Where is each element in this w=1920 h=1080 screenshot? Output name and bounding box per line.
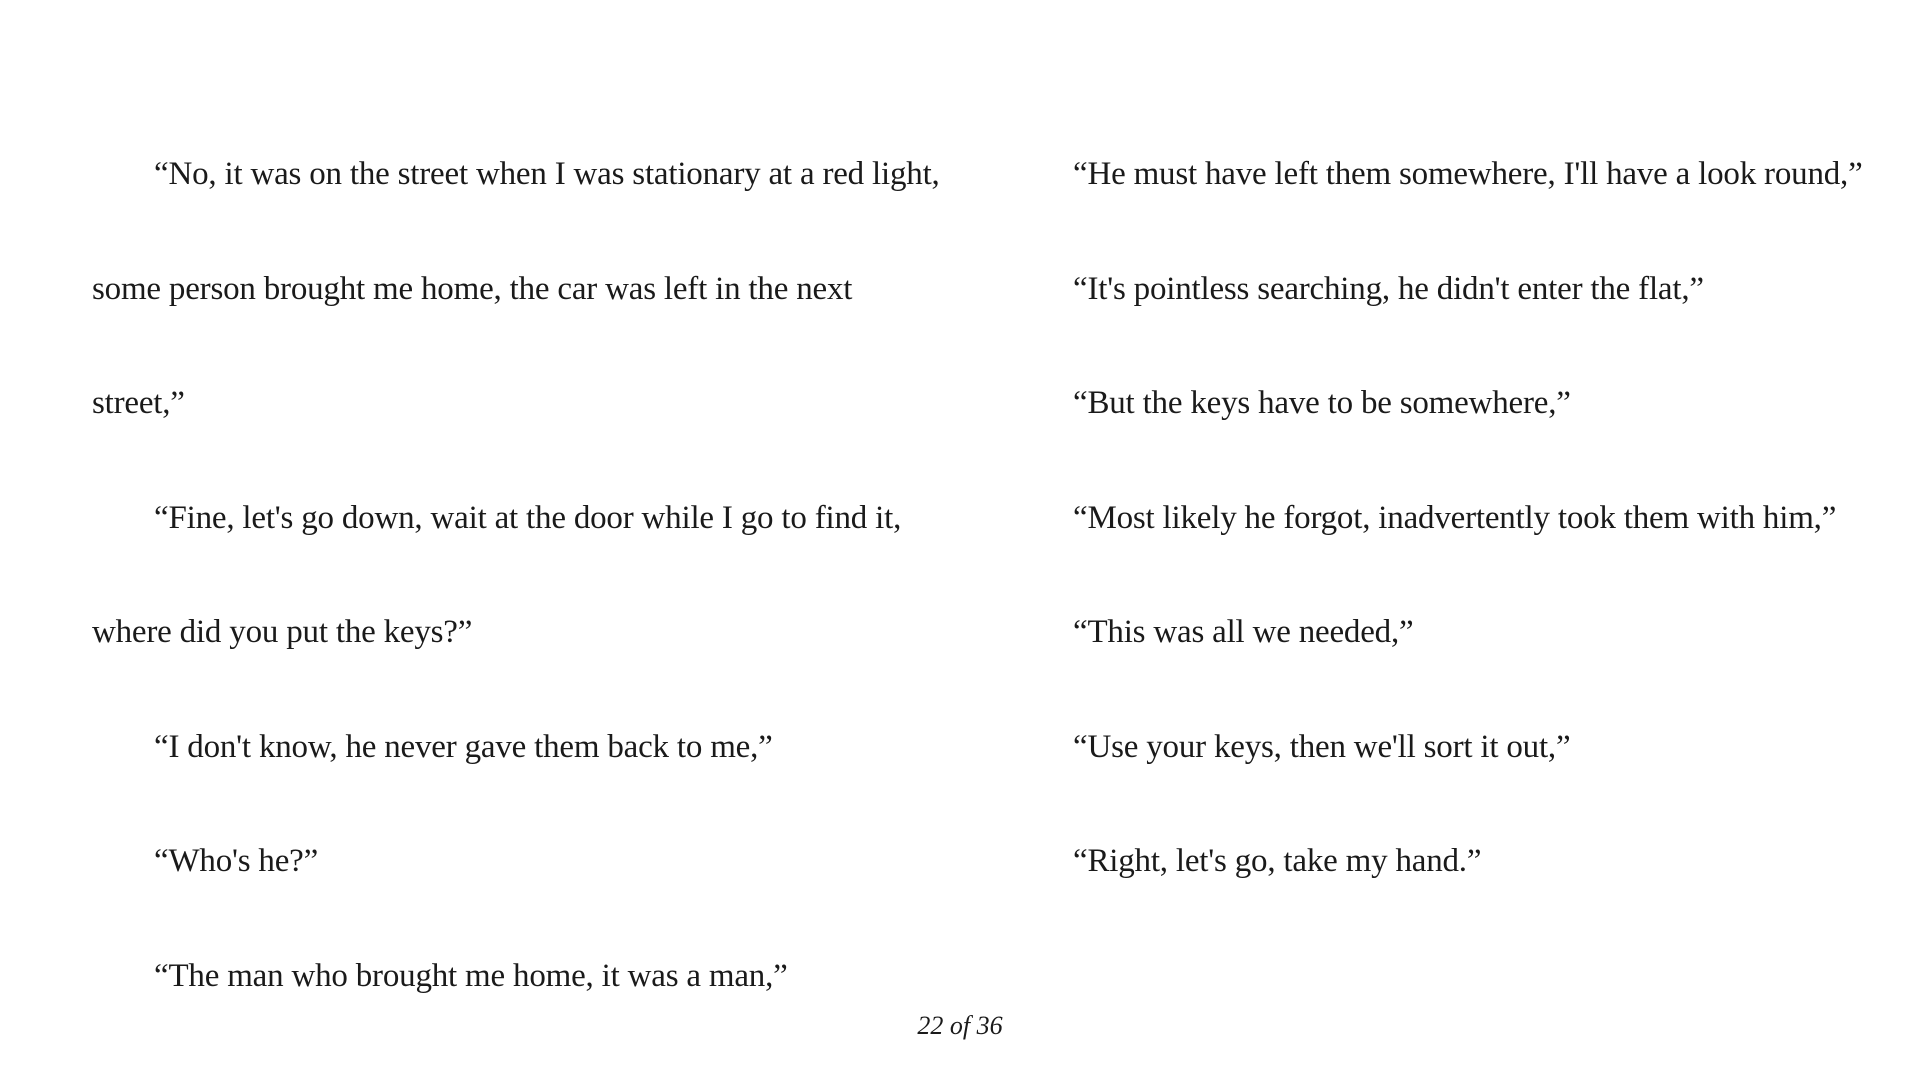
paragraph-line: “This was all we needed,” [1073, 614, 1414, 650]
right-text-column: “He must have left them somewhere, I'll … [1073, 139, 1873, 941]
reader-page: “No, it was on the street when I was sta… [0, 0, 1920, 1080]
paragraph-line: “Right, let's go, take my hand.” [1073, 843, 1482, 879]
paragraph-line: “He must have left them somewhere, I'll … [1073, 156, 1863, 192]
paragraph-line: “But the keys have to be somewhere,” [1073, 385, 1571, 421]
paragraph-line: “I don't know, he never gave them back t… [154, 728, 773, 765]
paragraph-line: “It's pointless searching, he didn't ent… [1073, 270, 1704, 307]
paragraph-line: “No, it was on the street when I was sta… [154, 156, 940, 192]
left-text-column: “No, it was on the street when I was sta… [92, 139, 992, 1055]
paragraph-line: some person brought me home, the car was… [92, 270, 853, 307]
paragraph-line: where did you put the keys?” [92, 614, 473, 650]
paragraph-line: “Most likely he forgot, inadvertently to… [1073, 499, 1837, 536]
paragraph-line: “Who's he?” [154, 843, 319, 879]
page-indicator: 22 of 36 [917, 1011, 1003, 1040]
paragraph-line: “Use your keys, then we'll sort it out,” [1073, 728, 1571, 765]
paragraph-line: “Fine, let's go down, wait at the door w… [154, 499, 902, 536]
paragraph-line: street,” [92, 385, 185, 421]
